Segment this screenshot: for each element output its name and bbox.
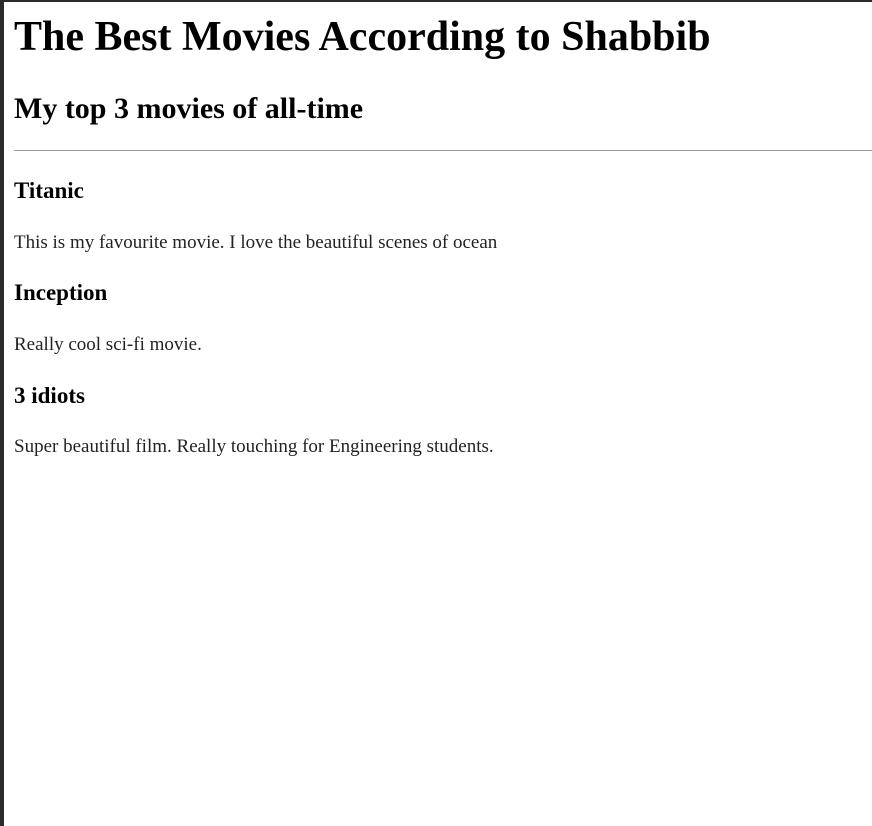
browser-viewport: The Best Movies According to Shabbib My … [0,0,872,826]
page-title: The Best Movies According to Shabbib [14,14,711,60]
movie-description-inception: Really cool sci-fi movie. [14,334,202,355]
movie-title-titanic: Titanic [14,178,84,203]
divider [14,150,872,151]
page-subtitle: My top 3 movies of all-time [14,92,364,125]
movie-title-3-idiots: 3 idiots [14,383,85,408]
movie-description-titanic: This is my favourite movie. I love the b… [14,232,498,253]
movie-title-inception: Inception [14,280,108,305]
movie-description-3-idiots: Super beautiful film. Really touching fo… [14,436,494,457]
